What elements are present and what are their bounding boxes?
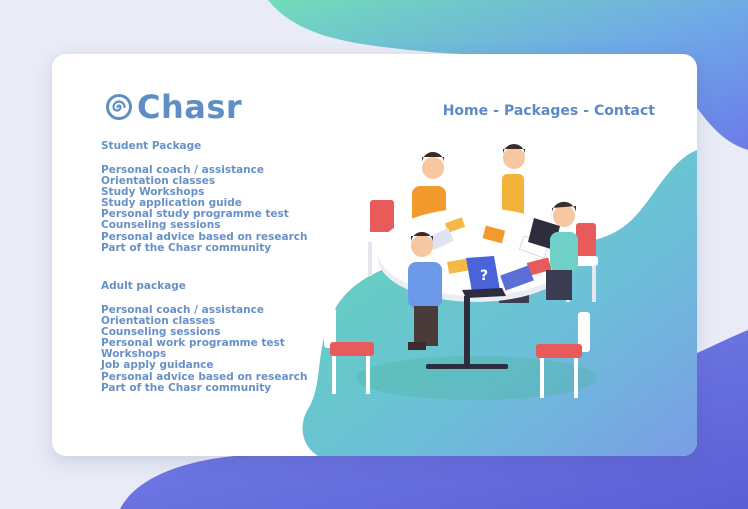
chair-icon bbox=[324, 308, 374, 394]
adult-package-title: Adult package bbox=[101, 280, 186, 292]
adult-package-list: Personal coach / assistance Orientation … bbox=[101, 304, 308, 394]
adult-package: Adult package Personal coach / assistanc… bbox=[101, 280, 307, 394]
list-item: Part of the Chasr community bbox=[101, 381, 272, 394]
brand-logo[interactable]: Chasr bbox=[105, 87, 242, 127]
student-package: Student Package Personal coach / assista… bbox=[101, 140, 307, 254]
spiral-icon bbox=[106, 94, 132, 120]
list-item: Personal advice based on research bbox=[101, 230, 308, 243]
list-item: Personal advice based on research bbox=[101, 370, 308, 383]
nav-home-link[interactable]: Home bbox=[443, 103, 488, 119]
list-item: Part of the Chasr community bbox=[101, 241, 272, 254]
nav-separator: - bbox=[583, 103, 589, 119]
list-item: Job apply guidance bbox=[101, 359, 214, 372]
nav-separator: - bbox=[493, 103, 499, 119]
top-nav: Home - Packages - Contact bbox=[443, 103, 655, 119]
nav-contact-link[interactable]: Contact bbox=[594, 103, 655, 119]
list-item: Counseling sessions bbox=[101, 219, 221, 232]
team-meeting-illustration: ? bbox=[324, 144, 598, 400]
main-card: Chasr Home - Packages - Contact Student … bbox=[52, 54, 697, 456]
person-icon bbox=[546, 201, 578, 300]
svg-text:?: ? bbox=[480, 268, 488, 284]
nav-packages-link[interactable]: Packages bbox=[504, 103, 578, 119]
student-package-list: Personal coach / assistance Orientation … bbox=[101, 164, 308, 254]
brand-name: Chasr bbox=[137, 88, 243, 126]
student-package-title: Student Package bbox=[101, 140, 202, 152]
